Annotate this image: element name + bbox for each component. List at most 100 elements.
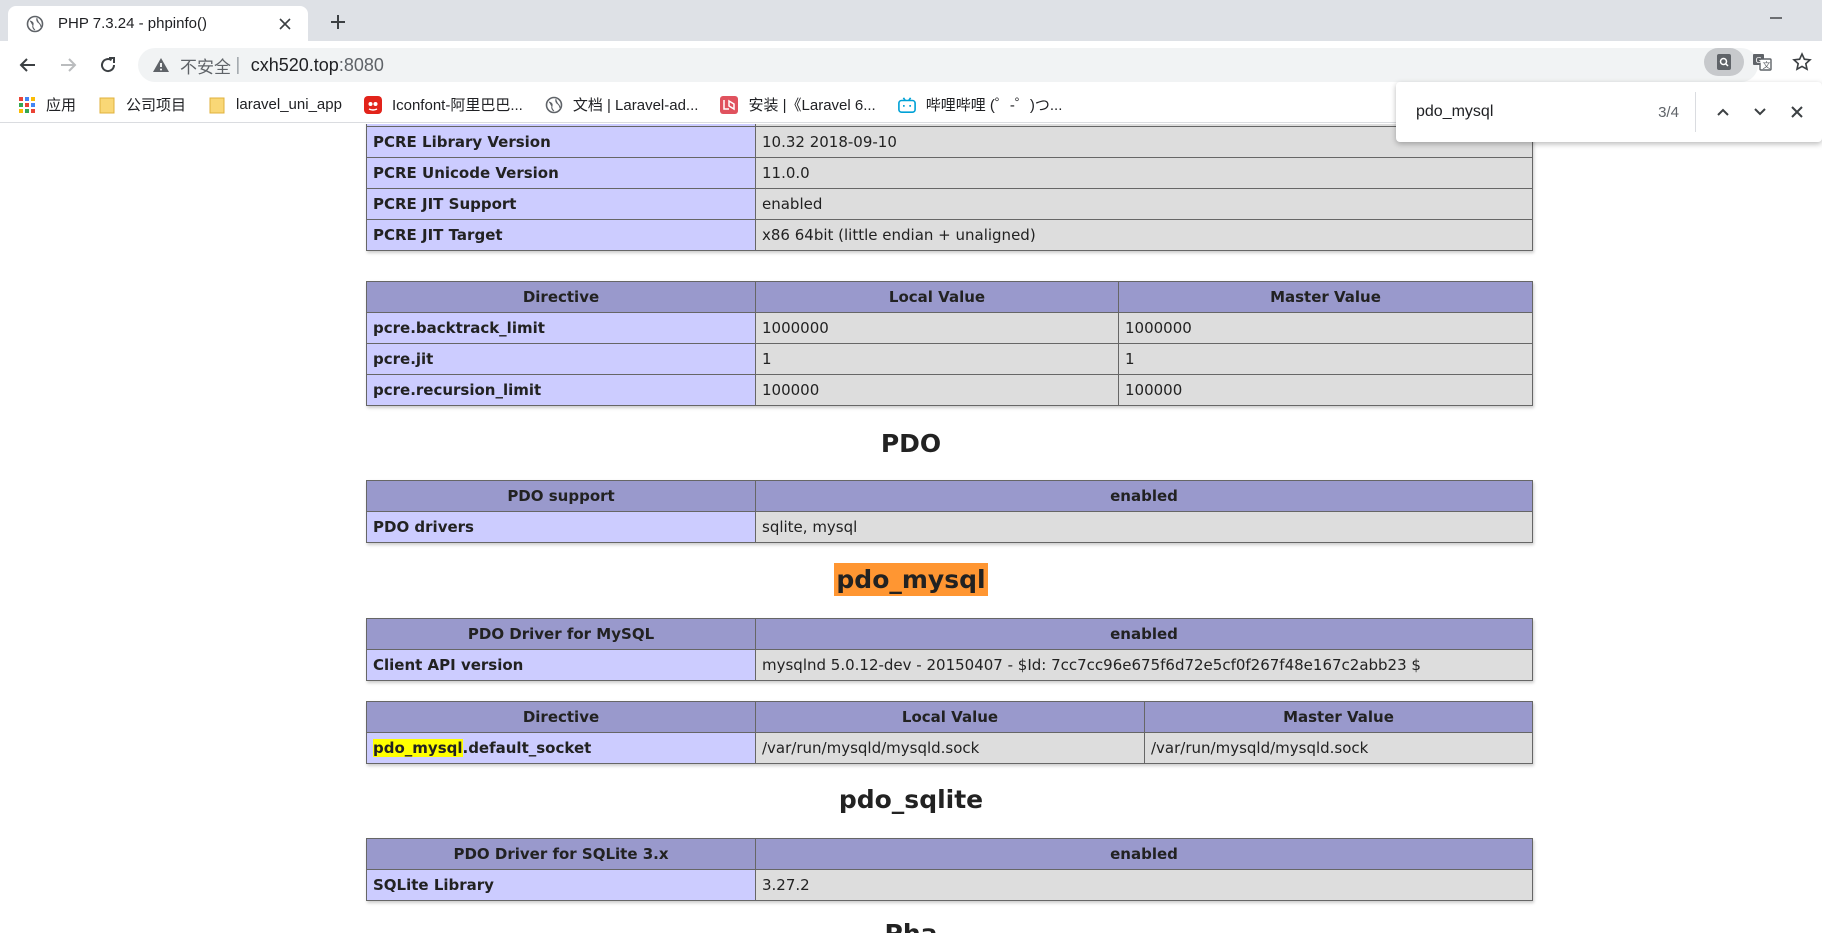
url-host[interactable]: cxh520.top [251, 55, 339, 76]
table-header-row: Directive Local Value Master Value [366, 701, 1533, 733]
master-value: 1 [1118, 343, 1533, 375]
row-key: PCRE Library Version [366, 126, 756, 158]
column-header: Directive [366, 701, 756, 733]
tab-strip: PHP 7.3.24 - phpinfo() [0, 0, 1822, 41]
master-value: 1000000 [1118, 312, 1533, 344]
row-key: SQLite Library [366, 869, 756, 901]
find-match-active: pdo_mysql [834, 563, 988, 596]
row-key: PDO drivers [366, 511, 756, 543]
local-value: 1000000 [755, 312, 1119, 344]
column-header: Local Value [755, 281, 1119, 313]
bookmark-label: 哔哩哔哩 (゜-゜)つ... [925, 97, 1063, 114]
bookmark-folder-laravel-uni-app[interactable]: laravel_uni_app [208, 96, 342, 114]
new-tab-icon[interactable] [326, 10, 350, 34]
bookmark-label: 文档 | Laravel-ad... [572, 97, 699, 114]
directive-name: pcre.jit [366, 343, 756, 375]
table-header-row: Directive Local Value Master Value [366, 281, 1533, 313]
column-header: Master Value [1144, 701, 1533, 733]
bookmark-laravel-admin-docs[interactable]: 文档 | Laravel-ad... [545, 94, 699, 115]
table-row: PCRE JIT Target x86 64bit (little endian… [366, 219, 1533, 251]
row-value: enabled [755, 188, 1533, 220]
local-value: 100000 [755, 374, 1119, 406]
browser-tab[interactable]: PHP 7.3.24 - phpinfo() [8, 6, 308, 41]
apps-grid-icon [18, 96, 36, 114]
column-header: enabled [755, 480, 1533, 512]
local-value: 1 [755, 343, 1119, 375]
row-key: PCRE JIT Target [366, 219, 756, 251]
laravel-icon [720, 95, 739, 114]
bookmark-star-icon[interactable] [1788, 48, 1816, 76]
folder-icon [208, 96, 226, 114]
section-heading-next: Pha [0, 919, 1822, 933]
bookmark-laravel-install[interactable]: 安装 |《Laravel 6... [720, 94, 876, 115]
row-value: sqlite, mysql [755, 511, 1533, 543]
pdo-sqlite-table: PDO Driver for SQLite 3.x enabled SQLite… [366, 838, 1533, 901]
pdo-mysql-table: PDO Driver for MySQL enabled Client API … [366, 618, 1533, 681]
warning-icon[interactable] [152, 56, 170, 74]
find-in-page-icon[interactable] [1704, 48, 1744, 76]
url-port[interactable]: :8080 [339, 55, 384, 76]
row-value: mysqlnd 5.0.12-dev - 20150407 - $Id: 7cc… [755, 649, 1533, 681]
address-separator: | [235, 55, 241, 75]
column-header: enabled [755, 618, 1533, 650]
find-close-icon[interactable] [1785, 98, 1810, 126]
find-next-icon[interactable] [1747, 98, 1772, 126]
section-heading-pdo: PDO [880, 429, 942, 458]
address-bar[interactable]: 不安全 | cxh520.top:8080 [138, 48, 1758, 82]
find-previous-icon[interactable] [1710, 98, 1735, 126]
translate-icon[interactable]: G文 [1748, 48, 1776, 76]
table-row: SQLite Library 3.27.2 [366, 869, 1533, 901]
row-key: PCRE Unicode Version [366, 157, 756, 189]
pdo-table: PDO support enabled PDO drivers sqlite, … [366, 480, 1533, 543]
row-value: 3.27.2 [755, 869, 1533, 901]
section-heading-pdo-mysql: pdo_mysql [0, 563, 1822, 596]
globe-icon [545, 96, 563, 114]
bookmark-iconfont[interactable]: Iconfont-阿里巴巴... [363, 94, 523, 115]
row-key: PCRE JIT Support [366, 188, 756, 220]
bookmark-apps[interactable]: 应用 [18, 94, 76, 115]
window-minimize-icon[interactable] [1766, 8, 1786, 28]
bookmark-label: 公司项目 [126, 97, 187, 114]
table-row: PCRE Library Version 10.32 2018-09-10 [366, 126, 1533, 158]
table-header-row: PDO support enabled [366, 480, 1533, 512]
find-input[interactable]: pdo_mysql [1416, 103, 1597, 121]
forward-icon[interactable] [54, 51, 82, 79]
column-header: PDO Driver for SQLite 3.x [366, 838, 756, 870]
bookmark-label: laravel_uni_app [236, 96, 342, 113]
back-icon[interactable] [14, 51, 42, 79]
row-key: Client API version [366, 649, 756, 681]
folder-icon [98, 96, 116, 114]
local-value: /var/run/mysqld/mysqld.sock [755, 732, 1145, 764]
table-row: pcre.jit 1 1 [366, 343, 1533, 375]
svg-text:G: G [1756, 56, 1762, 65]
bookmark-label: Iconfont-阿里巴巴... [391, 97, 523, 114]
tab-title: PHP 7.3.24 - phpinfo() [58, 15, 207, 32]
directive-name: pcre.backtrack_limit [366, 312, 756, 344]
table-row: pcre.backtrack_limit 1000000 1000000 [366, 312, 1533, 344]
bookmark-label: 应用 [46, 97, 77, 114]
close-tab-icon[interactable] [274, 13, 296, 35]
column-header: enabled [755, 838, 1533, 870]
reload-icon[interactable] [94, 51, 122, 79]
find-bar: pdo_mysql 3/4 [1396, 82, 1822, 142]
table-row: pcre.recursion_limit 100000 100000 [366, 374, 1533, 406]
pdo-mysql-directives-table: Directive Local Value Master Value pdo_m… [366, 701, 1533, 764]
pcre-directives-table: Directive Local Value Master Value pcre.… [366, 281, 1533, 406]
column-header: PDO support [366, 480, 756, 512]
column-header: PDO Driver for MySQL [366, 618, 756, 650]
column-header: Master Value [1118, 281, 1533, 313]
browser-toolbar: 不安全 | cxh520.top:8080 G文 [0, 41, 1822, 87]
bookmark-bilibili[interactable]: 哔哩哔哩 (゜-゜)つ... [897, 94, 1063, 115]
bilibili-icon [897, 96, 916, 114]
iconfont-icon [363, 95, 382, 114]
bookmark-label: 安装 |《Laravel 6... [748, 97, 876, 114]
table-row: PDO drivers sqlite, mysql [366, 511, 1533, 543]
row-value: x86 64bit (little endian + unaligned) [755, 219, 1533, 251]
security-label[interactable]: 不安全 [180, 53, 231, 78]
find-match: pdo_mysql [373, 739, 463, 757]
globe-icon [26, 15, 44, 32]
directive-name: pcre.recursion_limit [366, 374, 756, 406]
pcre-info-table: PCRE Library Version 10.32 2018-09-10 PC… [366, 124, 1533, 251]
bookmark-folder-company[interactable]: 公司项目 [98, 94, 186, 115]
find-divider [1694, 92, 1696, 132]
